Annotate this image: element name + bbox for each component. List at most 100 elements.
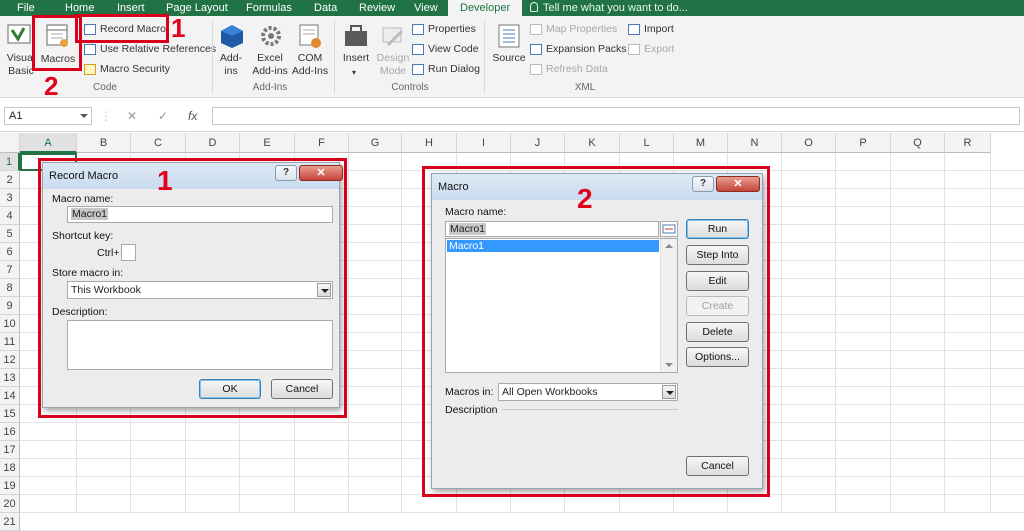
row-header-2[interactable]: 2 [0,171,20,189]
refresh-icon [530,64,542,75]
map-properties-icon [530,24,542,35]
row-header-16[interactable]: 16 [0,423,20,441]
visual-basic-icon [7,24,31,44]
column-header-o[interactable]: O [782,133,836,153]
lightbulb-icon [530,2,538,12]
macro-security-button[interactable]: Macro Security [84,60,170,78]
tab-developer[interactable]: Developer [448,0,523,16]
excel-addins-button[interactable]: Excel Add-ins [248,52,292,78]
group-separator [484,20,485,94]
column-header-i[interactable]: I [457,133,511,153]
properties-button[interactable]: Properties [412,20,476,38]
row-header-12[interactable]: 12 [0,351,20,369]
group-separator [212,20,213,94]
column-header-g[interactable]: G [349,133,402,153]
source-button[interactable]: Source [490,52,528,65]
tab-view[interactable]: View [414,0,438,16]
design-mode-button[interactable]: Design Mode [374,52,412,78]
row-header-15[interactable]: 15 [0,405,20,423]
group-separator [334,20,335,94]
row-header-11[interactable]: 11 [0,333,20,351]
group-label-addins: Add-Ins [252,82,288,93]
chevron-down-icon[interactable] [80,114,88,118]
column-header-j[interactable]: J [511,133,565,153]
column-header-m[interactable]: M [674,133,728,153]
formula-input[interactable] [212,107,1020,125]
insert-controls-button[interactable]: Insert [338,52,374,65]
expansion-packs-icon [530,44,542,55]
row-header-8[interactable]: 8 [0,279,20,297]
run-dialog-button[interactable]: Run Dialog [412,60,480,78]
column-header-l[interactable]: L [620,133,674,153]
row-header-10[interactable]: 10 [0,315,20,333]
row-header-4[interactable]: 4 [0,207,20,225]
run-dialog-icon [412,64,424,75]
row-header-7[interactable]: 7 [0,261,20,279]
row-header-9[interactable]: 9 [0,297,20,315]
cancel-icon[interactable]: ✕ [127,109,137,123]
tell-me-search[interactable]: Tell me what you want to do... [530,0,688,16]
tab-formulas[interactable]: Formulas [246,0,292,16]
row-header-14[interactable]: 14 [0,387,20,405]
chevron-down-icon: ▾ [351,68,356,77]
dots-icon: ⋮ [100,109,112,123]
view-code-icon [412,44,424,55]
row-header-19[interactable]: 19 [0,477,20,495]
annotation-box-record-macro [75,14,169,43]
column-header-p[interactable]: P [836,133,891,153]
name-box[interactable]: A1 [4,107,92,125]
annotation-box-macro-dialog [422,166,770,497]
row-header-20[interactable]: 20 [0,495,20,513]
column-header-n[interactable]: N [728,133,782,153]
map-properties-button[interactable]: Map Properties [530,20,617,38]
enter-icon[interactable]: ✓ [158,109,168,123]
annotation-box-record-dialog [38,158,347,418]
column-header-r[interactable]: R [945,133,991,153]
column-header-a[interactable]: A [20,133,77,153]
row-header-21[interactable]: 21 [0,513,20,531]
column-header-d[interactable]: D [186,133,240,153]
row-header-6[interactable]: 6 [0,243,20,261]
row-header-18[interactable]: 18 [0,459,20,477]
export-button[interactable]: Export [628,40,674,58]
group-label-controls: Controls [391,82,429,93]
column-header-e[interactable]: E [240,133,295,153]
group-label-xml: XML [574,82,596,93]
addins-icon [221,25,243,48]
row-header-5[interactable]: 5 [0,225,20,243]
column-header-h[interactable]: H [402,133,457,153]
row-header-1[interactable]: 1 [0,153,20,171]
refresh-data-button[interactable]: Refresh Data [530,60,608,78]
column-header-c[interactable]: C [131,133,186,153]
xml-source-icon [498,24,520,48]
properties-icon [412,24,424,35]
import-button[interactable]: Import [628,20,674,38]
column-header-k[interactable]: K [565,133,620,153]
expansion-packs-button[interactable]: Expansion Packs [530,40,627,58]
row-header-13[interactable]: 13 [0,369,20,387]
annotation-number-1: 1 [171,13,186,43]
select-all-corner[interactable] [0,133,20,153]
tab-review[interactable]: Review [359,0,395,16]
column-header-b[interactable]: B [77,133,131,153]
toolbox-icon [345,25,367,46]
row-header-17[interactable]: 17 [0,441,20,459]
warning-icon [84,64,96,75]
tab-file[interactable]: File [17,0,35,16]
row-header-3[interactable]: 3 [0,189,20,207]
annotation-number-2: 2 [577,183,593,214]
column-header-f[interactable]: F [295,133,349,153]
column-header-q[interactable]: Q [891,133,945,153]
addins-button[interactable]: Add- ins [216,52,246,78]
export-icon [628,44,640,55]
tab-data[interactable]: Data [314,0,337,16]
function-icon[interactable]: fx [188,109,197,123]
design-mode-icon [382,27,404,47]
com-addins-button[interactable]: COM Add-Ins [290,52,330,78]
import-icon [628,24,640,35]
view-code-button[interactable]: View Code [412,40,479,58]
gridline [20,512,1024,513]
formula-bar: A1 ⋮ ✕ ✓ fx [0,100,1024,132]
group-label-code: Code [93,82,117,93]
annotation-number-1: 1 [157,165,173,196]
